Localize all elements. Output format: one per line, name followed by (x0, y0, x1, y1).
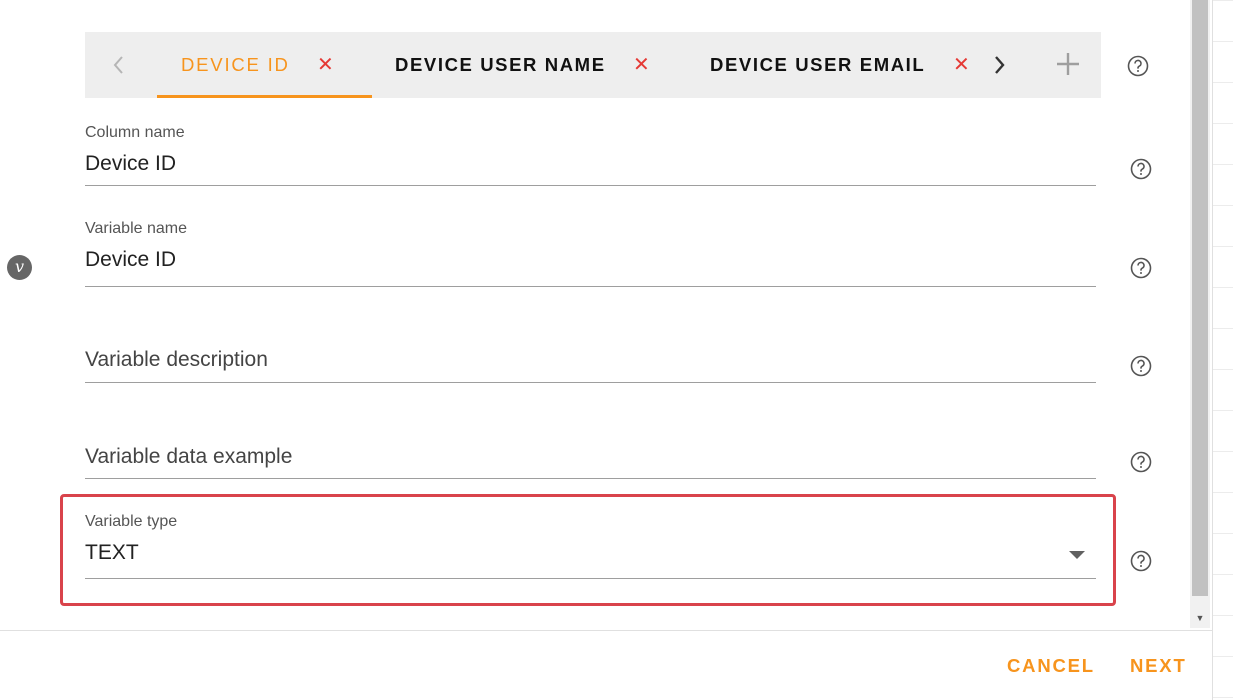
help-icon[interactable] (1130, 158, 1152, 180)
column-tabs-bar: DEVICE ID ✕ DEVICE USER NAME ✕ DEVICE US… (85, 32, 1101, 98)
variable-name-input[interactable]: Device ID (85, 248, 176, 272)
column-name-input[interactable]: Device ID (85, 152, 176, 176)
field-label: Column name (85, 124, 185, 141)
close-icon[interactable]: ✕ (953, 52, 970, 77)
scrollbar-thumb[interactable] (1192, 0, 1208, 596)
chevron-right-icon[interactable] (987, 51, 1011, 79)
field-underline (85, 382, 1096, 383)
help-icon[interactable] (1130, 451, 1152, 473)
active-tab-indicator (157, 95, 372, 98)
tab-label: DEVICE USER NAME (395, 54, 606, 75)
close-icon[interactable]: ✕ (317, 52, 334, 77)
next-button[interactable]: NEXT (1130, 655, 1187, 677)
variable-type-select[interactable]: Variable type TEXT (85, 511, 1096, 581)
help-icon[interactable] (1127, 55, 1149, 77)
variable-description-input[interactable]: Variable description (85, 348, 268, 372)
variable-type-value[interactable]: TEXT (85, 541, 139, 565)
field-underline (85, 478, 1096, 479)
field-label: Variable name (85, 220, 187, 237)
variable-data-example-field[interactable]: Variable data example (85, 443, 1096, 481)
variable-icon[interactable]: v (7, 255, 32, 280)
variable-name-field[interactable]: Variable name Device ID (85, 218, 1096, 288)
field-label: Variable type (85, 513, 178, 530)
tab-device-user-email[interactable]: DEVICE USER EMAIL ✕ (710, 32, 980, 98)
close-icon[interactable]: ✕ (633, 52, 650, 77)
variable-data-example-input[interactable]: Variable data example (85, 445, 292, 469)
field-underline (85, 185, 1096, 186)
cancel-button[interactable]: CANCEL (1007, 655, 1095, 677)
background-grid (1212, 0, 1233, 700)
chevron-left-icon[interactable] (107, 51, 131, 79)
tab-label: DEVICE USER EMAIL (710, 54, 926, 75)
tab-label: DEVICE ID (181, 54, 290, 75)
scroll-down-arrow-icon[interactable]: ▼ (1190, 608, 1210, 628)
field-underline (85, 286, 1096, 287)
column-name-field[interactable]: Column name Device ID (85, 122, 1096, 186)
tab-device-id[interactable]: DEVICE ID ✕ (157, 32, 372, 98)
dropdown-arrow-icon[interactable] (1069, 551, 1085, 559)
variable-description-field[interactable]: Variable description (85, 346, 1096, 384)
footer-divider (0, 630, 1212, 631)
help-icon[interactable] (1130, 550, 1152, 572)
plus-icon[interactable] (1053, 49, 1083, 79)
help-icon[interactable] (1130, 257, 1152, 279)
tab-device-user-name[interactable]: DEVICE USER NAME ✕ (395, 32, 685, 98)
help-icon[interactable] (1130, 355, 1152, 377)
field-underline (85, 578, 1096, 579)
